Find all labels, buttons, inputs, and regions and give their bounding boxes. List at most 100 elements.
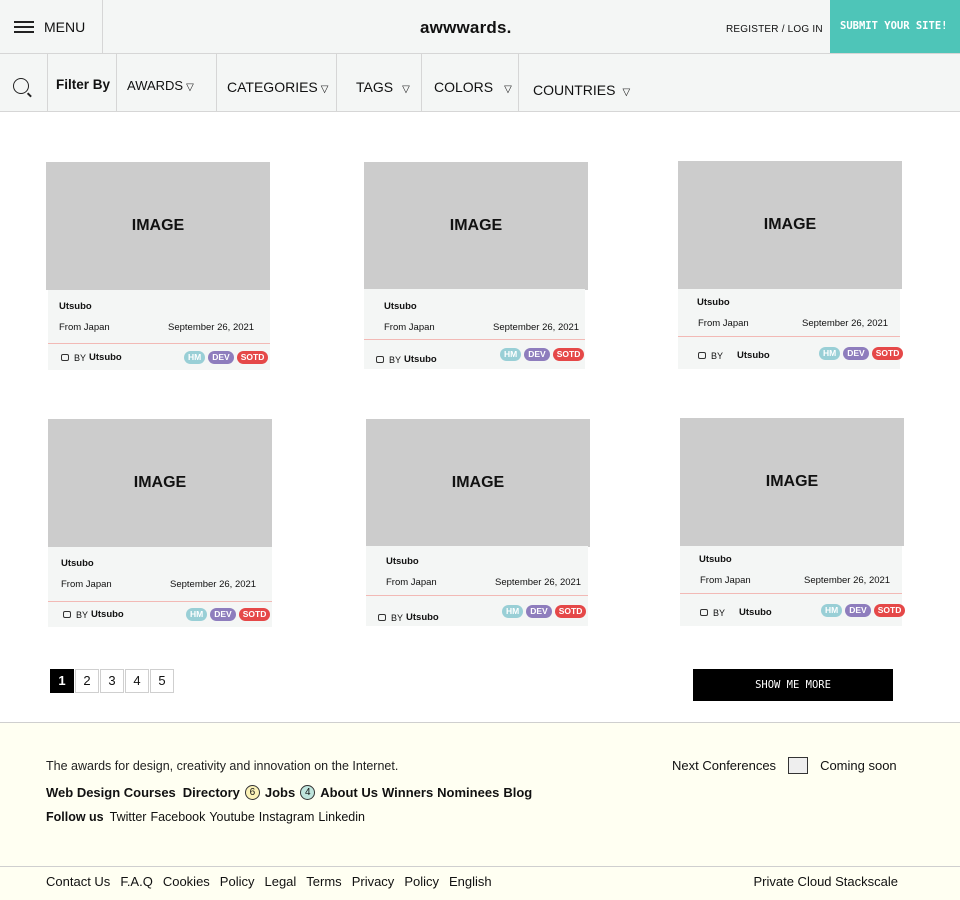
page-2-button[interactable]: 2 [75, 669, 99, 693]
social-facebook-link[interactable]: Facebook [150, 810, 205, 824]
filter-colors-dropdown[interactable]: COLORS ▽ [422, 54, 519, 112]
filter-colors-label: COLORS [434, 79, 494, 95]
site-card[interactable]: IMAGE Utsubo From Japan September 26, 20… [678, 161, 904, 369]
social-linkedin-link[interactable]: Linkedin [318, 810, 365, 824]
footer-link-about[interactable]: About Us [320, 785, 378, 800]
filter-categories-dropdown[interactable]: CATEGORIES ▽ [217, 54, 337, 112]
filter-awards-dropdown[interactable]: AWARDS ▽ [117, 54, 217, 112]
footer-link-blog[interactable]: Blog [503, 785, 532, 800]
bookmark-icon[interactable] [698, 352, 706, 359]
conference-image-placeholder[interactable] [788, 757, 809, 774]
card-author-name[interactable]: Utsubo [404, 354, 437, 365]
card-image[interactable]: IMAGE [366, 419, 590, 547]
language-selector[interactable]: English [449, 874, 492, 889]
menu-label: MENU [44, 19, 86, 35]
badge-dev: DEV [208, 351, 234, 364]
menu-button[interactable]: MENU [0, 0, 103, 54]
card-author-name[interactable]: Utsubo [91, 609, 124, 620]
filter-awards-label: AWARDS [127, 78, 184, 93]
bookmark-icon[interactable] [700, 609, 708, 616]
page-5-button[interactable]: 5 [150, 669, 174, 693]
badge-hm: HM [184, 351, 206, 364]
link-cookies[interactable]: Cookies [163, 874, 210, 889]
card-author-name[interactable]: Utsubo [89, 352, 122, 363]
card-image[interactable]: IMAGE [680, 418, 904, 546]
social-twitter-link[interactable]: Twitter [110, 810, 147, 824]
badge-sotd: SOTD [238, 608, 271, 621]
filter-countries-dropdown[interactable]: COUNTRIES ▽ [519, 54, 649, 112]
badge-hm: HM [500, 348, 522, 361]
filter-by-label: Filter By [48, 54, 117, 112]
card-title[interactable]: Utsubo [59, 301, 92, 312]
badge-sotd: SOTD [871, 347, 904, 360]
footer-link-courses[interactable]: Web Design Courses [46, 785, 176, 800]
bookmark-icon[interactable] [378, 614, 386, 621]
by-label: BY [713, 607, 726, 618]
badge-dev: DEV [524, 348, 550, 361]
social-youtube-link[interactable]: Youtube [209, 810, 254, 824]
card-title[interactable]: Utsubo [697, 297, 730, 308]
badge-hm: HM [821, 604, 843, 617]
footer-link-jobs[interactable]: Jobs [265, 785, 295, 800]
site-card[interactable]: IMAGE Utsubo From Japan September 26, 20… [46, 162, 270, 370]
link-privacy[interactable]: Privacy [352, 874, 395, 889]
badge-dev: DEV [210, 608, 236, 621]
card-title[interactable]: Utsubo [699, 554, 732, 565]
social-instagram-link[interactable]: Instagram [259, 810, 315, 824]
card-country: From Japan [698, 318, 749, 329]
page-3-button[interactable]: 3 [100, 669, 124, 693]
card-info: Utsubo From Japan September 26, 2021 BY U… [364, 289, 585, 369]
private-cloud-link[interactable]: Private Cloud Stackscale [753, 874, 898, 889]
bookmark-icon[interactable] [61, 354, 69, 361]
bookmark-icon[interactable] [376, 356, 384, 363]
page-4-button[interactable]: 4 [125, 669, 149, 693]
card-divider [364, 339, 585, 340]
filter-tags-label: TAGS [356, 79, 394, 95]
follow-us: Follow us Twitter Facebook Youtube Insta… [46, 810, 369, 824]
by-label: BY [711, 350, 724, 361]
card-author-name[interactable]: Utsubo [737, 350, 770, 361]
site-card[interactable]: IMAGE Utsubo From Japan September 26, 20… [364, 162, 588, 369]
link-cookies-policy[interactable]: Policy [220, 874, 255, 889]
card-title[interactable]: Utsubo [386, 556, 419, 567]
site-logo[interactable]: awwwards. [420, 18, 512, 38]
link-terms[interactable]: Terms [306, 874, 341, 889]
caret-down-icon: ▽ [186, 82, 194, 93]
card-author-name[interactable]: Utsubo [406, 612, 439, 623]
register-login-link[interactable]: REGISTER / LOG IN [726, 24, 823, 35]
card-badges: HM DEV SOTD [184, 351, 269, 364]
card-info: Utsubo From Japan September 26, 2021 BY U… [678, 289, 904, 369]
filter-tags-dropdown[interactable]: TAGS ▽ [337, 54, 422, 112]
bookmark-icon[interactable] [63, 611, 71, 618]
footer-link-directory[interactable]: Directory [183, 785, 240, 800]
badge-dev: DEV [845, 604, 871, 617]
card-author-name[interactable]: Utsubo [739, 607, 772, 618]
by-label: BY [391, 612, 404, 623]
footer-link-nominees[interactable]: Nominees [437, 785, 499, 800]
link-contact-us[interactable]: Contact Us [46, 874, 110, 889]
card-image[interactable]: IMAGE [678, 161, 902, 289]
submit-site-button[interactable]: SUBMIT YOUR SITE! [830, 0, 960, 53]
card-image[interactable]: IMAGE [364, 162, 588, 290]
link-faq[interactable]: F.A.Q [120, 874, 153, 889]
card-title[interactable]: Utsubo [61, 558, 94, 569]
card-divider [678, 336, 900, 337]
card-image[interactable]: IMAGE [46, 162, 270, 290]
search-icon [13, 78, 29, 94]
by-label: BY [76, 609, 89, 620]
search-button[interactable] [0, 54, 48, 112]
card-image[interactable]: IMAGE [48, 419, 272, 547]
badge-hm: HM [502, 605, 524, 618]
caret-down-icon: ▽ [504, 84, 512, 95]
link-legal[interactable]: Legal [264, 874, 296, 889]
site-card[interactable]: IMAGE Utsubo From Japan September 26, 20… [48, 419, 272, 627]
site-card[interactable]: IMAGE Utsubo From Japan September 26, 20… [366, 419, 590, 626]
card-title[interactable]: Utsubo [384, 301, 417, 312]
site-card[interactable]: IMAGE Utsubo From Japan September 26, 20… [680, 418, 906, 626]
link-privacy-policy[interactable]: Policy [404, 874, 439, 889]
page-1-button[interactable]: 1 [50, 669, 74, 693]
footer-link-winners[interactable]: Winners [382, 785, 433, 800]
show-more-button[interactable]: SHOW ME MORE [693, 669, 893, 701]
footer-tagline: The awards for design, creativity and in… [46, 759, 399, 773]
conferences-label: Next Conferences [672, 758, 777, 773]
